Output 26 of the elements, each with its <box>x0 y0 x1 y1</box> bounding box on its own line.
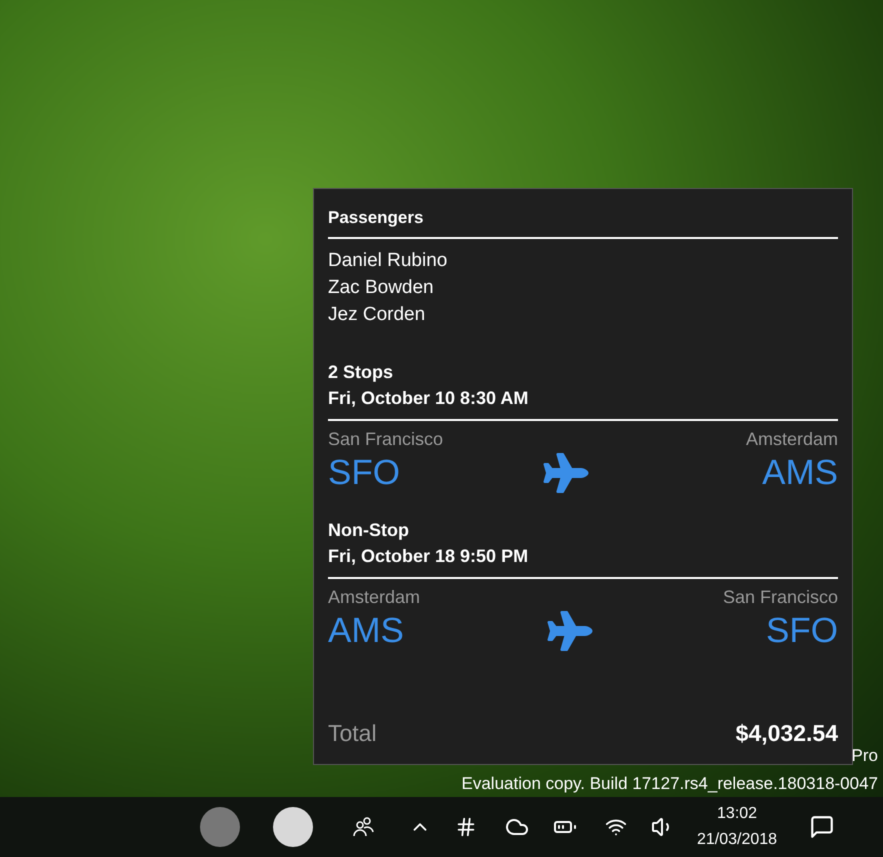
total-amount: $4,032.54 <box>736 718 838 748</box>
departure-date: Fri, October 10 8:30 AM <box>328 387 530 410</box>
notification-icon[interactable] <box>809 814 836 840</box>
avatar-placeholder[interactable] <box>273 807 313 847</box>
stops-label: 2 Stops <box>328 361 394 384</box>
departure-date: Fri, October 18 9:50 PM <box>328 545 530 568</box>
people-icon[interactable] <box>351 815 375 839</box>
passenger-name: Zac Bowden <box>328 276 435 300</box>
origin-code: SFO <box>328 452 400 494</box>
destination-code: SFO <box>766 610 838 652</box>
origin-city: San Francisco <box>328 428 444 451</box>
destination-city: Amsterdam <box>746 428 838 451</box>
hash-icon[interactable] <box>455 816 477 838</box>
origin-city: Amsterdam <box>328 586 420 609</box>
clock-date[interactable]: 21/03/2018 <box>697 827 778 853</box>
edition-text: Pro <box>852 745 878 767</box>
origin-code: AMS <box>328 610 404 652</box>
destination-code: AMS <box>762 452 838 494</box>
section-heading: Passengers <box>328 207 424 229</box>
destination-city: San Francisco <box>722 586 838 609</box>
passenger-name: Jez Corden <box>328 303 426 327</box>
stops-label: Non-Stop <box>328 519 410 542</box>
passenger-name: Daniel Rubino <box>328 249 448 273</box>
build-watermark: Evaluation copy. Build 17127.rs4_release.180318-0047 <box>462 773 878 795</box>
total-label: Total <box>328 718 377 748</box>
clock-time[interactable]: 13:02 <box>717 801 758 827</box>
